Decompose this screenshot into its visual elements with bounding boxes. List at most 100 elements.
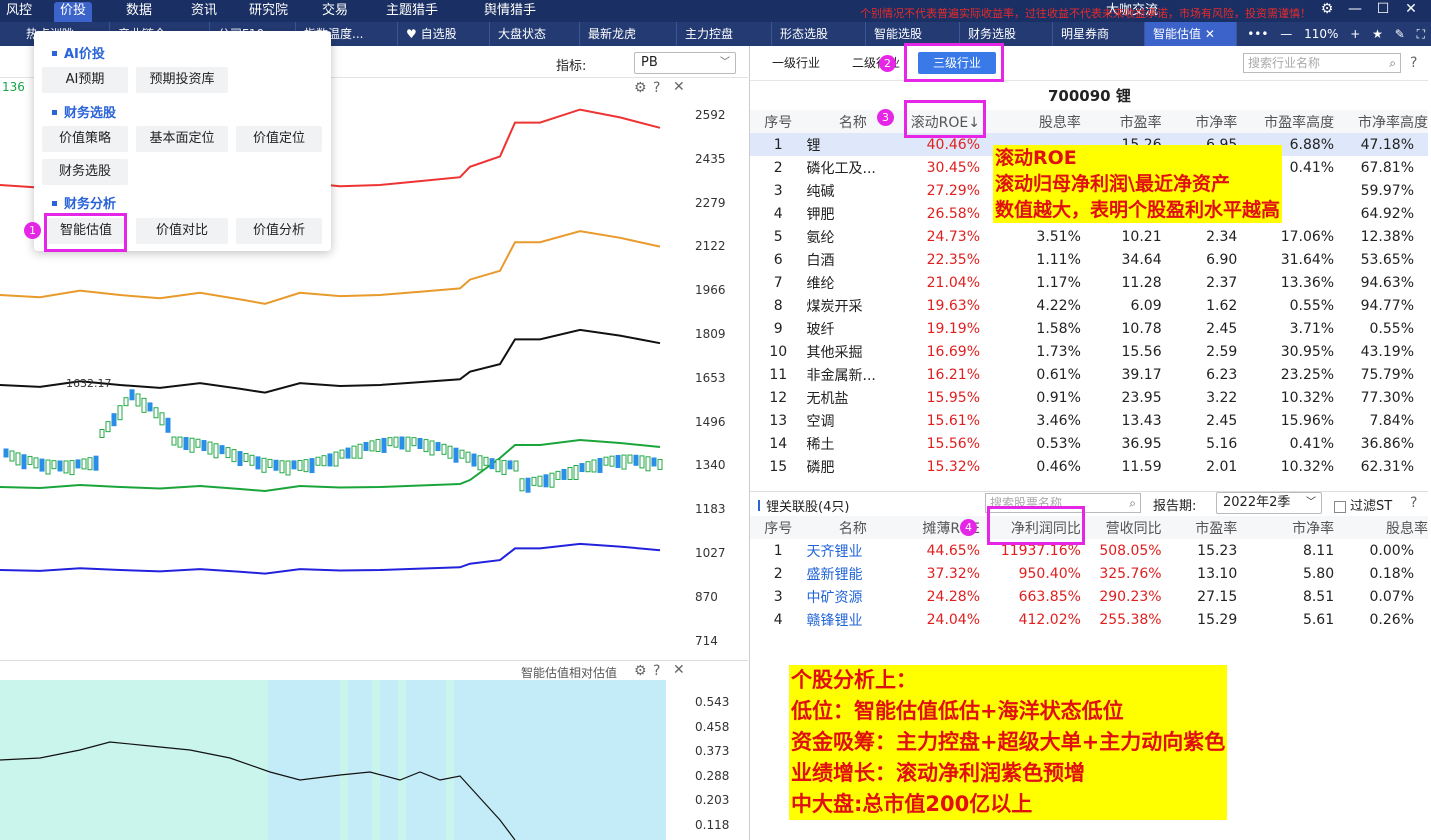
menu-item-value-strategy[interactable]: 价值策略 (42, 126, 128, 152)
settings-icon[interactable]: ⚙ (634, 80, 647, 96)
candle (231, 449, 237, 463)
menu-item-fundamental[interactable]: 基本面定位 (136, 126, 228, 152)
minimize-icon[interactable]: — (1341, 1, 1369, 17)
close-panel-icon[interactable]: ✕ (673, 79, 685, 95)
table-row[interactable]: 5 氨纶 24.73% 3.51% 10.21 2.34 17.06% 12.38% (750, 225, 1428, 248)
table-cell: 23.95 (1121, 389, 1162, 406)
industry-search-input[interactable]: 搜索行业名称 ⌕ (1243, 53, 1401, 73)
zoom-in-icon[interactable]: + (1350, 27, 1360, 41)
candle (609, 455, 615, 467)
top-menu-item[interactable]: 资讯 (185, 2, 223, 22)
table-row[interactable]: 7 维纶 21.04% 1.17% 11.28 2.37 13.36% 94.63% (750, 271, 1428, 294)
table-cell: 1.62 (1206, 297, 1238, 314)
tab-item[interactable]: 明星券商 (1053, 22, 1145, 46)
close-panel-icon[interactable]: ✕ (673, 662, 685, 678)
table-row[interactable]: 4 赣锋锂业 24.04% 412.02% 255.38% 15.29 5.61 0.26% (750, 608, 1428, 631)
maximize-icon[interactable]: ☐ (1369, 1, 1397, 17)
column-header[interactable]: 名称 (806, 516, 900, 539)
column-header[interactable]: 市盈率 (1080, 110, 1162, 133)
candle (357, 443, 363, 459)
menu-item-value-compare[interactable]: 价值对比 (136, 218, 228, 244)
chevron-down-icon: ﹀ (720, 57, 730, 68)
highlight-level-3 (904, 43, 1004, 82)
table-cell: 2 (773, 159, 783, 176)
table-row[interactable]: 3 中矿资源 24.28% 663.85% 290.23% 27.15 8.51 0.07% (750, 585, 1428, 608)
table-row[interactable]: 14 稀土 15.56% 0.53% 36.95 5.16 0.41% 36.86% (750, 432, 1428, 455)
indicator-select[interactable]: PB ﹀ (634, 52, 736, 74)
candle (573, 464, 579, 480)
help-icon[interactable]: ? (1410, 55, 1417, 71)
top-menu-item[interactable]: 数据 (120, 2, 158, 22)
top-menu-item[interactable]: 价投 (54, 2, 93, 22)
menu-item-expect-library[interactable]: 预期投资库 (136, 67, 228, 93)
table-cell: 14 (769, 435, 788, 452)
top-menu-item[interactable]: 交易 (316, 2, 354, 22)
tab-item[interactable]: 形态选股 (772, 22, 866, 46)
top-menu-item[interactable]: 主题猎手 (380, 2, 444, 22)
star-icon[interactable]: ★ (1372, 27, 1383, 41)
help-icon[interactable]: ? (653, 80, 660, 96)
level-1-tab[interactable]: 一级行业 (772, 55, 820, 71)
column-header[interactable]: 市净率 (1237, 516, 1335, 539)
menu-item-finance-select[interactable]: 财务选股 (42, 159, 128, 185)
table-cell: 6.90 (1206, 251, 1238, 268)
report-period-select[interactable]: 2022年2季 ﹀ (1216, 492, 1322, 514)
valuation-zone (268, 680, 666, 840)
column-header[interactable]: 股息率 (980, 110, 1081, 133)
table-row[interactable]: 9 玻纤 19.19% 1.58% 10.78 2.45 3.71% 0.55% (750, 317, 1428, 340)
top-menu-item[interactable]: 风控 (0, 2, 38, 22)
tab-item[interactable]: 智能估值 ✕ (1145, 22, 1237, 46)
column-header[interactable]: 序号 (750, 110, 807, 133)
table-cell: 3 (773, 588, 783, 605)
column-header[interactable]: 市盈率 (1161, 516, 1238, 539)
table-row[interactable]: 10 其他采掘 16.69% 1.73% 15.56 2.59 30.95% 43.19% (750, 340, 1428, 363)
candle (465, 451, 471, 463)
top-menu-item[interactable]: 研究院 (243, 2, 294, 22)
column-header[interactable]: 营收同比 (1080, 516, 1162, 539)
table-row[interactable]: 15 磷肥 15.32% 0.46% 11.59 2.01 10.32% 62.31% (750, 455, 1428, 478)
fullscreen-icon[interactable]: ⛶ (1417, 27, 1425, 41)
table-cell: 19.19% (926, 320, 981, 337)
zoom-out-icon[interactable]: — (1280, 27, 1292, 41)
candle (249, 454, 255, 466)
tab-item[interactable]: 大盘状态 (490, 22, 580, 46)
help-icon[interactable]: ? (653, 663, 660, 679)
menu-item-ai-expect[interactable]: AI预期 (42, 67, 128, 93)
candle (537, 475, 543, 487)
table-row[interactable]: 1 天齐锂业 44.65% 11937.16% 508.05% 15.23 8.11 0.00… (750, 539, 1428, 562)
candle (27, 455, 33, 465)
candle (351, 445, 357, 459)
candle (471, 453, 477, 467)
table-row[interactable]: 8 煤炭开采 19.63% 4.22% 6.09 1.62 0.55% 94.77% (750, 294, 1428, 317)
more-icon[interactable]: ••• (1247, 27, 1268, 41)
table-cell: 47.18% (1334, 133, 1428, 156)
tab-item[interactable]: 最新龙虎 (580, 22, 677, 46)
filter-st-checkbox[interactable]: 过滤ST (1334, 495, 1392, 514)
table-row[interactable]: 13 空调 15.61% 3.46% 13.43 2.45 15.96% 7.84% (750, 409, 1428, 432)
table-row[interactable]: 11 非金属新... 16.21% 0.61% 39.17 6.23 23.25% 75.79… (750, 363, 1428, 386)
menu-item-value-analysis[interactable]: 价值分析 (236, 218, 322, 244)
table-row[interactable]: 6 白酒 22.35% 1.11% 34.64 6.90 31.64% 53.65% (750, 248, 1428, 271)
pin-icon[interactable]: ⚙ (1313, 1, 1341, 17)
table-row[interactable]: 2 盛新锂能 37.32% 950.40% 325.76% 13.10 5.80 0.18% (750, 562, 1428, 585)
candle (513, 460, 519, 472)
column-header[interactable]: 股息率 (1334, 516, 1428, 539)
settings-icon[interactable]: ⚙ (634, 663, 647, 679)
edit-icon[interactable]: ✎ (1395, 27, 1405, 41)
top-menu-item[interactable]: 舆情猎手 (478, 2, 542, 22)
tab-item[interactable]: 主力控盘 (677, 22, 772, 46)
menu-item-value-position[interactable]: 价值定位 (236, 126, 322, 152)
column-header[interactable]: 市净率 (1161, 110, 1238, 133)
table-cell: 3.51% (1036, 228, 1081, 245)
column-header[interactable]: 市盈率高度 (1237, 110, 1335, 133)
candle (363, 441, 369, 451)
help-icon[interactable]: ? (1410, 495, 1417, 511)
candle (405, 436, 411, 452)
column-header[interactable]: 序号 (750, 516, 807, 539)
tab-item[interactable]: ♥ 自选股 (398, 22, 490, 46)
candle (645, 456, 651, 472)
candle (549, 472, 555, 488)
table-row[interactable]: 12 无机盐 15.95% 0.91% 23.95 3.22 10.32% 77.30% (750, 386, 1428, 409)
column-header[interactable]: 市净率高度 (1334, 110, 1428, 133)
close-icon[interactable]: ✕ (1397, 1, 1425, 17)
